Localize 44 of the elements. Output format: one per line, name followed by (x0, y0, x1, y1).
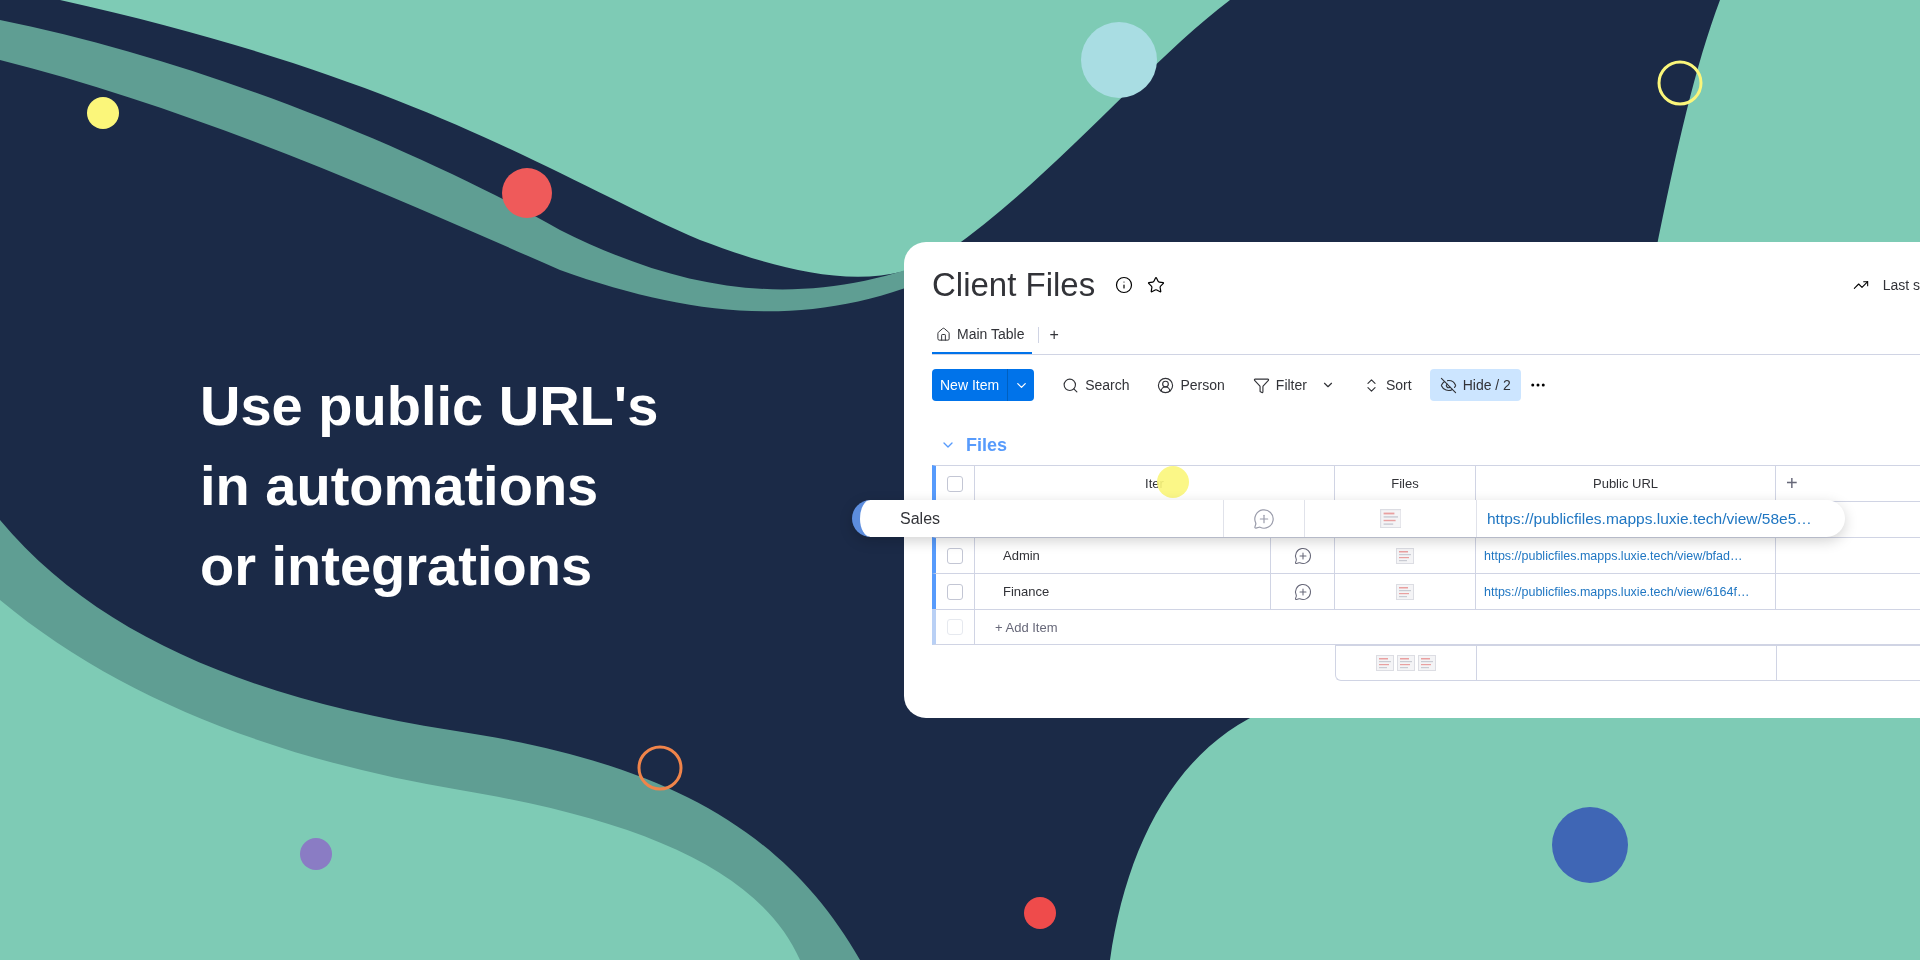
file-thumbnail-icon (1418, 655, 1436, 671)
headline: Use public URL's in automations or integrations (200, 373, 660, 599)
search-icon (1062, 376, 1080, 394)
checkbox[interactable] (947, 475, 963, 492)
checkbox[interactable] (947, 547, 963, 564)
add-update-icon[interactable] (1293, 582, 1312, 601)
ring-decoration (637, 745, 683, 791)
ring-decoration (1657, 60, 1703, 106)
file-thumbnail-icon (1396, 547, 1414, 564)
hide-button[interactable]: Hide / 2 (1429, 369, 1521, 401)
file-thumbnail-icon (1376, 655, 1394, 671)
url-link[interactable]: https://publicfiles.mapps.luxie.tech/view/6164f… (1484, 584, 1750, 599)
new-item-button[interactable]: New Item (932, 369, 1035, 401)
item-name[interactable]: Sales (900, 509, 941, 528)
board-title: Client Files (932, 266, 1096, 304)
last-seen-label[interactable]: Last s (1882, 277, 1920, 293)
checkbox[interactable] (947, 583, 963, 600)
item-name[interactable]: Admin (1003, 548, 1040, 563)
file-thumbnail-icon (1379, 508, 1402, 529)
info-icon[interactable] (1115, 276, 1134, 294)
add-update-icon[interactable] (1293, 546, 1312, 565)
board-tab[interactable]: Main Table (932, 316, 1033, 354)
dragged-row[interactable]: Sales https://publicfiles.mapps.luxie.tech/view/58e5… (852, 500, 1845, 537)
dot-decoration (502, 168, 552, 218)
dot-decoration (1024, 897, 1056, 929)
url-link[interactable]: https://publicfiles.mapps.luxie.tech/view/58e5… (1487, 509, 1812, 528)
file-thumbnail-icon (1397, 655, 1415, 671)
item-name[interactable]: Finance (1003, 584, 1050, 599)
sort-button[interactable]: Sort (1352, 369, 1422, 401)
add-tab-button[interactable]: + (1038, 327, 1059, 343)
file-thumbnail-icon (1396, 583, 1414, 600)
person-button[interactable]: Person (1147, 369, 1235, 401)
dot-decoration (87, 97, 119, 129)
dot-decoration (300, 838, 332, 870)
search-button[interactable]: Search (1052, 369, 1140, 401)
add-column-button[interactable]: + (1786, 472, 1798, 495)
add-update-icon[interactable] (1253, 507, 1275, 530)
star-icon[interactable] (1147, 276, 1166, 294)
person-icon (1157, 376, 1175, 394)
filter-button[interactable]: Filter (1242, 369, 1345, 401)
filter-icon (1252, 376, 1270, 394)
eye-off-icon (1439, 376, 1457, 394)
url-link[interactable]: https://publicfiles.mapps.luxie.tech/view/bfad… (1484, 548, 1743, 563)
home-icon (936, 326, 951, 342)
